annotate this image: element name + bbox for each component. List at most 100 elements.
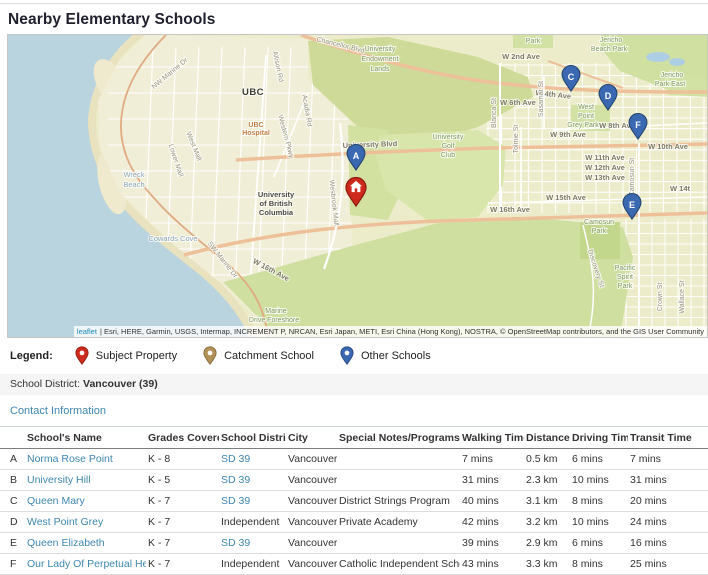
col-header-transit-time: Transit Time: [628, 427, 708, 449]
catchment-school-pin-icon: [203, 346, 217, 365]
map-label: Sasamat St: [538, 81, 545, 117]
school-district-cell: SD 39: [219, 533, 286, 554]
school-district-bar: School District:Vancouver (39): [0, 374, 708, 395]
grades-covered-cell: K - 5: [146, 470, 219, 491]
col-header-grades-covered: Grades Covered: [146, 427, 219, 449]
distance-cell: 2.9 km: [524, 533, 570, 554]
special-notes-cell: [337, 449, 460, 470]
school-district-value: Vancouver (39): [83, 378, 158, 390]
city-cell: Vancouver: [286, 470, 337, 491]
transit-time-cell: 7 mins: [628, 449, 708, 470]
driving-time-cell: 10 mins: [570, 470, 628, 491]
col-header-school-district: School District: [219, 427, 286, 449]
walking-time-cell: 39 mins: [460, 533, 524, 554]
map-label: W 11th Ave: [585, 153, 624, 162]
map-label: Beach: [123, 180, 144, 189]
map-label: Grey Park: [567, 122, 599, 129]
walking-time-cell: 40 mins: [460, 491, 524, 512]
legend-label: Legend:: [10, 350, 53, 362]
map-label: Point: [578, 113, 594, 120]
city-cell: Vancouver: [286, 533, 337, 554]
table-row: EQueen Elizabeth K - 7SD 39 Vancouver 39 mi…: [0, 533, 708, 554]
special-notes-cell: [337, 533, 460, 554]
leaflet-link[interactable]: leaflet: [77, 327, 97, 336]
school-name-link[interactable]: West Point Grey: [27, 516, 103, 528]
city-cell: Vancouver: [286, 554, 337, 575]
school-district-link[interactable]: SD 39: [221, 474, 250, 486]
col-header-driving-time: Driving Time: [570, 427, 628, 449]
map-label: Crown St: [657, 283, 664, 312]
grades-covered-cell: K - 7: [146, 533, 219, 554]
map-label: Wallace St: [679, 280, 686, 313]
map-label: University: [365, 46, 396, 53]
legend-item-label: Catchment School: [224, 350, 314, 362]
map-label: W 2nd Ave: [502, 52, 540, 61]
row-letter: E: [0, 533, 25, 554]
table-row: BUniversity Hill K - 5SD 39 Vancouver 31 mi…: [0, 470, 708, 491]
map-label: Camosun: [584, 219, 614, 226]
map-label: Blanca St: [491, 98, 498, 128]
map-label: of British: [260, 199, 293, 208]
map-label: Marine: [265, 308, 287, 315]
other-schools-pin-icon: [340, 346, 354, 365]
school-district-label: School District:: [10, 378, 80, 390]
legend-item-label: Subject Property: [96, 350, 177, 362]
school-name-link[interactable]: University Hill: [27, 474, 91, 486]
map-attribution: leaflet| Esri, HERE, Garmin, USGS, Inter…: [74, 326, 707, 337]
map-label: W 14t: [670, 184, 691, 193]
special-notes-cell: Catholic Independent School: [337, 554, 460, 575]
school-district-link[interactable]: SD 39: [221, 537, 250, 549]
driving-time-cell: 8 mins: [570, 554, 628, 575]
distance-cell: 3.3 km: [524, 554, 570, 575]
legend-item-other-schools: Other Schools: [340, 346, 431, 365]
school-name-link[interactable]: Queen Mary: [27, 495, 85, 507]
school-district-cell: SD 39: [219, 449, 286, 470]
col-header-school-name: School's Name: [25, 427, 146, 449]
row-letter: C: [0, 491, 25, 512]
map-label: W 6th Ave: [500, 98, 536, 107]
map-label: Hospital: [242, 130, 270, 137]
col-header-distance: Distance: [524, 427, 570, 449]
map-legend: Legend: Subject Property Catchment Schoo…: [10, 346, 708, 365]
transit-time-cell: 20 mins: [628, 491, 708, 512]
map-label: Park: [618, 283, 633, 290]
grades-covered-cell: K - 7: [146, 491, 219, 512]
transit-time-cell: 16 mins: [628, 533, 708, 554]
marker-letter: D: [605, 91, 612, 101]
table-header-row: School's Name Grades Covered School Dist…: [0, 427, 708, 449]
distance-cell: 3.1 km: [524, 491, 570, 512]
distance-cell: 2.3 km: [524, 470, 570, 491]
school-district-cell: SD 39: [219, 491, 286, 512]
transit-time-cell: 25 mins: [628, 554, 708, 575]
transit-time-cell: 31 mins: [628, 470, 708, 491]
school-district-cell: SD 39: [219, 470, 286, 491]
legend-item-label: Other Schools: [361, 350, 431, 362]
school-name-link[interactable]: Norma Rose Point: [27, 453, 113, 465]
city-cell: Vancouver: [286, 512, 337, 533]
grades-covered-cell: K - 7: [146, 554, 219, 575]
table-row: CQueen MaryK - 7SD 39VancouverDistrict S…: [0, 491, 708, 512]
map-label: Jericho: [661, 72, 684, 79]
row-letter: B: [0, 470, 25, 491]
marker-letter: C: [568, 72, 575, 82]
school-name-link[interactable]: Queen Elizabeth: [27, 537, 105, 549]
school-district-cell: Independent: [219, 554, 286, 575]
driving-time-cell: 8 mins: [570, 491, 628, 512]
driving-time-cell: 6 mins: [570, 533, 628, 554]
marker-letter: E: [629, 200, 635, 210]
map-label: W 16th Ave: [490, 205, 530, 214]
map-label: W 9th Ave: [550, 130, 586, 139]
distance-cell: 0.5 km: [524, 449, 570, 470]
map-label: UBC: [242, 87, 264, 98]
contact-information-link[interactable]: Contact Information: [10, 405, 106, 417]
map-label: Drive Foreshore: [249, 317, 299, 324]
school-name-cell: Our Lady Of Perpetual Help: [25, 554, 146, 575]
map-label: Spirit: [617, 274, 633, 281]
map-label: W 10th Ave: [648, 142, 688, 151]
grades-covered-cell: K - 7: [146, 512, 219, 533]
school-district-link[interactable]: SD 39: [221, 453, 250, 465]
school-district-link[interactable]: SD 39: [221, 495, 250, 507]
schools-map[interactable]: NW Marine DrChancellor BlvdAllison RdAca…: [8, 35, 707, 337]
school-name-cell: Norma Rose Point: [25, 449, 146, 470]
driving-time-cell: 10 mins: [570, 512, 628, 533]
